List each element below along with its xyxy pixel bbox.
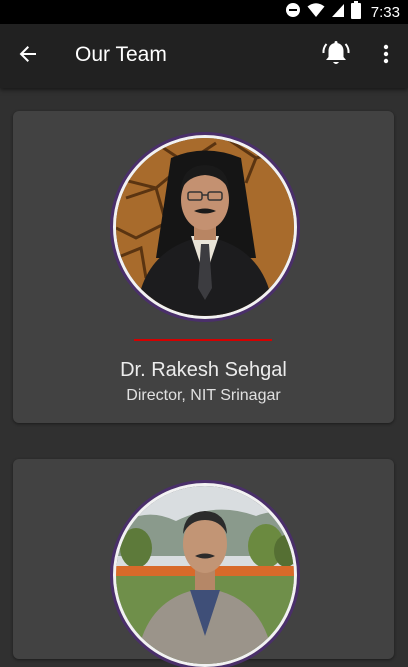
overflow-menu-button[interactable] <box>374 40 398 72</box>
do-not-disturb-icon <box>285 2 301 23</box>
notifications-button[interactable] <box>318 38 354 74</box>
bell-ringing-icon <box>320 38 352 75</box>
battery-icon <box>350 0 361 24</box>
member-name: Dr. Rakesh Sehgal <box>120 359 287 381</box>
team-member-card[interactable]: Dr. Rakesh Sehgal Director, NIT Srinagar <box>13 111 394 423</box>
back-button[interactable] <box>12 40 44 72</box>
page-title: Our Team <box>75 43 167 66</box>
app-bar: Our Team <box>0 24 408 88</box>
more-vert-icon <box>383 44 389 69</box>
status-bar: 7:33 <box>0 0 408 24</box>
name-divider <box>134 339 272 341</box>
team-member-card[interactable] <box>13 459 394 667</box>
status-time: 7:33 <box>370 3 400 21</box>
member-photo <box>113 135 297 319</box>
member-photo <box>113 483 297 667</box>
signal-icon <box>331 2 345 23</box>
arrow-back-icon <box>18 44 38 69</box>
wifi-icon <box>307 2 325 23</box>
status-icons: 7:33 <box>285 0 400 24</box>
member-role: Director, NIT Srinagar <box>126 387 281 404</box>
